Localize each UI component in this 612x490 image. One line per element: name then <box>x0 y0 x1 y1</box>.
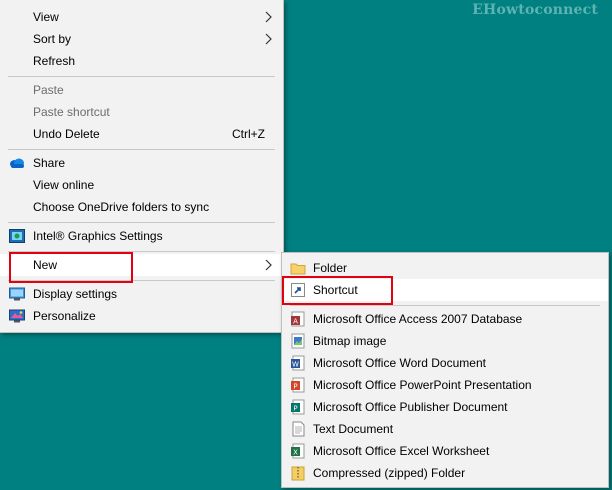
menu-item-paste[interactable]: Paste <box>0 79 283 101</box>
svg-text:P: P <box>293 405 297 413</box>
svg-text:X: X <box>293 449 298 457</box>
menu-item-choose-onedrive-folders-label: Choose OneDrive folders to sync <box>33 200 210 214</box>
excel-worksheet-icon: X <box>291 443 305 459</box>
menu-item-refresh[interactable]: Refresh <box>0 50 283 72</box>
menu-item-undo-delete[interactable]: Undo Delete Ctrl+Z <box>0 123 283 145</box>
menu-item-choose-onedrive-folders[interactable]: Choose OneDrive folders to sync <box>0 196 283 218</box>
menu-item-view-label: View <box>33 10 59 24</box>
submenu-item-compressed-folder-label: Compressed (zipped) Folder <box>313 466 466 480</box>
menu-item-intel-graphics-settings-label: Intel® Graphics Settings <box>33 229 163 243</box>
menu-item-view[interactable]: View <box>0 6 283 28</box>
submenu-item-bitmap-image[interactable]: Bitmap image <box>282 330 608 352</box>
bitmap-image-icon <box>291 333 305 349</box>
menu-separator <box>290 305 600 306</box>
folder-icon <box>290 263 306 275</box>
submenu-item-text-document[interactable]: Text Document <box>282 418 608 440</box>
menu-item-display-settings-label: Display settings <box>33 287 118 301</box>
svg-text:P: P <box>293 383 297 391</box>
submenu-item-compressed-folder[interactable]: Compressed (zipped) Folder <box>282 462 608 484</box>
keyboard-shortcut: Ctrl+Z <box>232 127 265 141</box>
menu-item-personalize[interactable]: Personalize <box>0 305 283 327</box>
menu-item-paste-shortcut-label: Paste shortcut <box>33 105 110 119</box>
text-document-icon <box>292 421 305 437</box>
word-document-icon: W <box>291 355 305 371</box>
submenu-item-shortcut-label: Shortcut <box>313 283 358 297</box>
submenu-item-powerpoint-presentation[interactable]: P Microsoft Office PowerPoint Presentati… <box>282 374 608 396</box>
menu-separator <box>8 280 275 281</box>
publisher-document-icon: P <box>291 399 305 415</box>
menu-separator <box>8 76 275 77</box>
submenu-item-excel-worksheet[interactable]: X Microsoft Office Excel Worksheet <box>282 440 608 462</box>
menu-separator <box>8 251 275 252</box>
submenu-item-powerpoint-presentation-label: Microsoft Office PowerPoint Presentation <box>313 378 532 392</box>
chevron-right-icon <box>265 11 272 23</box>
submenu-item-bitmap-image-label: Bitmap image <box>313 334 387 348</box>
submenu-item-shortcut[interactable]: Shortcut <box>282 279 608 301</box>
menu-item-intel-graphics-settings[interactable]: Intel® Graphics Settings <box>0 225 283 247</box>
submenu-item-folder-label: Folder <box>313 261 348 275</box>
intel-graphics-icon <box>9 229 25 243</box>
submenu-item-text-document-label: Text Document <box>313 422 394 436</box>
menu-item-share-label: Share <box>33 156 66 170</box>
submenu-item-publisher-document-label: Microsoft Office Publisher Document <box>313 400 508 414</box>
menu-item-view-online-label: View online <box>33 178 95 192</box>
submenu-item-access-database-label: Microsoft Office Access 2007 Database <box>313 312 523 326</box>
new-submenu: Folder Shortcut A Microsoft Office Acces… <box>281 252 609 488</box>
menu-item-refresh-label: Refresh <box>33 54 76 68</box>
menu-separator <box>8 149 275 150</box>
menu-item-sort-by-label: Sort by <box>33 32 72 46</box>
chevron-right-icon <box>265 33 272 45</box>
menu-item-share[interactable]: Share <box>0 152 283 174</box>
menu-item-paste-label: Paste <box>33 83 64 97</box>
menu-item-sort-by[interactable]: Sort by <box>0 28 283 50</box>
menu-item-new-label: New <box>33 258 58 272</box>
menu-separator <box>8 222 275 223</box>
powerpoint-icon: P <box>291 377 305 393</box>
access-database-icon: A <box>291 311 305 327</box>
submenu-item-excel-worksheet-label: Microsoft Office Excel Worksheet <box>313 444 490 458</box>
menu-item-personalize-label: Personalize <box>33 309 96 323</box>
submenu-item-word-document-label: Microsoft Office Word Document <box>313 356 486 370</box>
shortcut-icon <box>291 283 305 297</box>
submenu-item-word-document[interactable]: W Microsoft Office Word Document <box>282 352 608 374</box>
personalize-icon <box>9 309 25 323</box>
display-monitor-icon <box>9 287 25 301</box>
menu-item-new[interactable]: New <box>0 254 283 276</box>
svg-text:W: W <box>292 361 299 369</box>
menu-item-undo-delete-label: Undo Delete <box>33 127 100 141</box>
submenu-item-folder[interactable]: Folder <box>282 257 608 279</box>
menu-item-view-online[interactable]: View online <box>0 174 283 196</box>
chevron-right-icon <box>265 259 272 271</box>
submenu-item-access-database[interactable]: A Microsoft Office Access 2007 Database <box>282 308 608 330</box>
submenu-item-publisher-document[interactable]: P Microsoft Office Publisher Document <box>282 396 608 418</box>
menu-item-paste-shortcut[interactable]: Paste shortcut <box>0 101 283 123</box>
menu-item-display-settings[interactable]: Display settings <box>0 283 283 305</box>
zipped-folder-icon <box>291 466 305 481</box>
svg-text:A: A <box>293 318 298 326</box>
desktop-context-menu: View Sort by Refresh Paste Paste shortcu… <box>0 0 284 333</box>
onedrive-cloud-icon <box>10 158 24 168</box>
watermark: EHowtoconnect <box>472 2 598 18</box>
